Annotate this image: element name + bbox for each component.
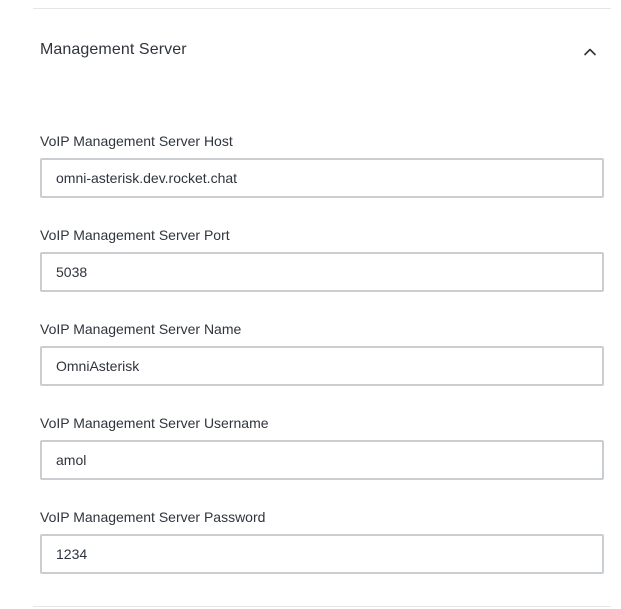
host-input[interactable] <box>40 158 604 198</box>
field-host: VoIP Management Server Host <box>40 132 604 198</box>
field-username: VoIP Management Server Username <box>40 414 604 480</box>
chevron-up-icon[interactable] <box>581 43 599 61</box>
section-divider-bottom <box>33 606 611 607</box>
section-header-management-server[interactable]: Management Server <box>33 24 611 78</box>
section-divider-top <box>33 8 611 9</box>
password-input[interactable] <box>40 534 604 574</box>
field-name: VoIP Management Server Name <box>40 320 604 386</box>
field-password: VoIP Management Server Password <box>40 508 604 574</box>
field-port: VoIP Management Server Port <box>40 226 604 292</box>
host-label: VoIP Management Server Host <box>40 133 233 149</box>
port-input[interactable] <box>40 252 604 292</box>
username-input[interactable] <box>40 440 604 480</box>
username-label: VoIP Management Server Username <box>40 415 269 431</box>
name-input[interactable] <box>40 346 604 386</box>
name-label: VoIP Management Server Name <box>40 321 242 337</box>
password-label: VoIP Management Server Password <box>40 509 266 525</box>
section-title: Management Server <box>40 41 187 58</box>
port-label: VoIP Management Server Port <box>40 227 230 243</box>
